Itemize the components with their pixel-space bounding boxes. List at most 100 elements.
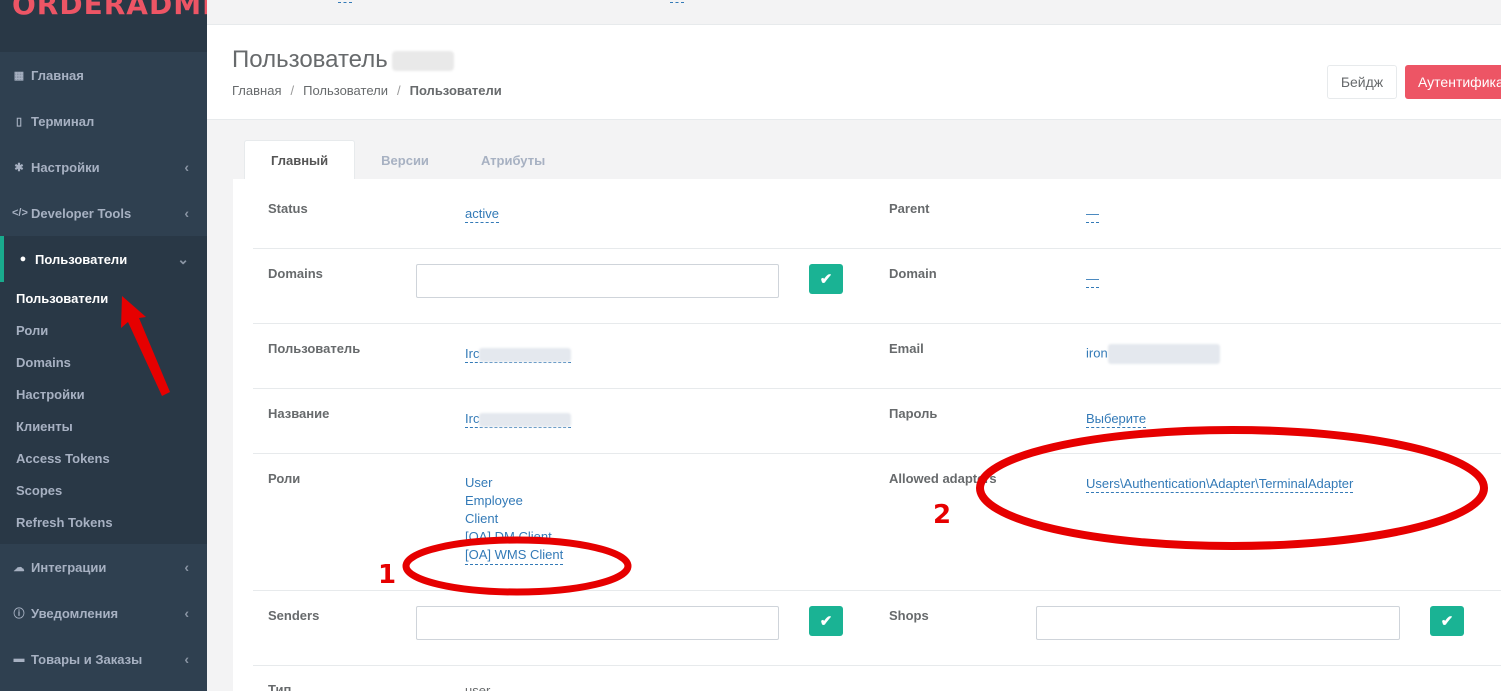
- subnav-item-users[interactable]: Пользователи: [0, 282, 207, 314]
- subnav-item-domains[interactable]: Domains: [0, 346, 207, 378]
- logo[interactable]: ORDERADMIN: [0, 0, 207, 52]
- page-heading: Пользователь Главная / Пользователи / По…: [207, 25, 1501, 120]
- user-icon: ●: [19, 253, 27, 265]
- users-subnav: Пользователи Роли Domains Настройки Клие…: [0, 282, 207, 544]
- truck-icon: ▬: [13, 653, 25, 665]
- top-bar: [207, 0, 1501, 25]
- senders-input[interactable]: [416, 606, 779, 640]
- chevron-left-icon: ‹: [184, 651, 189, 667]
- shops-save-button[interactable]: ✔: [1430, 606, 1464, 636]
- user-value[interactable]: Irc: [465, 346, 572, 363]
- chevron-left-icon: ‹: [184, 205, 189, 221]
- topbar-link[interactable]: [338, 0, 352, 3]
- sidebar-item-label: Настройки: [31, 159, 100, 175]
- row-domains: Domains ✔ Domain —: [253, 249, 1501, 324]
- shops-input[interactable]: [1036, 606, 1400, 640]
- row-status: Status active Parent —: [253, 179, 1501, 249]
- shops-label: Shops: [889, 608, 929, 623]
- chevron-left-icon: ‹: [184, 559, 189, 575]
- sidebar-item-label: Developer Tools: [31, 205, 132, 221]
- password-value[interactable]: Выберите: [1086, 411, 1147, 428]
- sidebar-item-home[interactable]: ▦ Главная: [0, 52, 207, 98]
- subnav-item-roles[interactable]: Роли: [0, 314, 207, 346]
- sidebar-item-notifications[interactable]: ⓘ Уведомления ‹: [0, 590, 207, 636]
- subnav-item-clients[interactable]: Клиенты: [0, 410, 207, 442]
- user-details-panel: Status active Parent — Domains ✔ Domain …: [233, 179, 1501, 691]
- breadcrumb-home[interactable]: Главная: [232, 83, 281, 98]
- tab-attributes[interactable]: Атрибуты: [455, 140, 571, 180]
- redacted-name: [391, 50, 454, 71]
- allowed-adapters-value[interactable]: Users\Authentication\Adapter\TerminalAda…: [1086, 476, 1354, 493]
- senders-label: Senders: [268, 608, 320, 623]
- cloud-icon: ☁: [13, 561, 25, 574]
- breadcrumb: Главная / Пользователи / Пользователи: [232, 83, 502, 98]
- check-icon: ✔: [819, 271, 833, 288]
- status-label: Status: [268, 201, 308, 216]
- type-label: Тип: [268, 682, 292, 691]
- sidebar-item-terminal[interactable]: ▯ Терминал: [0, 98, 207, 144]
- chevron-down-icon: ⌄: [177, 250, 189, 267]
- name-value[interactable]: Irc: [465, 411, 572, 428]
- check-icon: ✔: [1440, 613, 1454, 630]
- role-item[interactable]: User: [465, 474, 563, 492]
- sidebar-item-settings[interactable]: ✱ Настройки ‹: [0, 144, 207, 190]
- type-value: user: [465, 683, 491, 691]
- page-title: Пользователь: [232, 46, 454, 74]
- sidebar-item-products-orders[interactable]: ▬ Товары и Заказы ‹: [0, 636, 207, 682]
- annotation-marker-2: 2: [933, 500, 952, 530]
- parent-value[interactable]: —: [1086, 206, 1099, 223]
- badge-button[interactable]: Бейдж: [1327, 65, 1397, 99]
- topbar-link[interactable]: [670, 0, 684, 3]
- subnav-item-access-tokens[interactable]: Access Tokens: [0, 442, 207, 474]
- roles-list: User Employee Client [OA] DM Client [OA]…: [465, 474, 564, 565]
- row-senders: Senders ✔ Shops ✔: [253, 591, 1501, 666]
- roles-label: Роли: [268, 471, 301, 486]
- breadcrumb-users[interactable]: Пользователи: [303, 83, 388, 98]
- domain-label: Domain: [889, 266, 937, 281]
- role-item[interactable]: Employee: [465, 492, 563, 510]
- gear-icon: ✱: [14, 161, 24, 174]
- row-type: Тип user: [253, 666, 1501, 691]
- sidebar-item-developer-tools[interactable]: </> Developer Tools ‹: [0, 190, 207, 236]
- sidebar-item-label: Главная: [31, 67, 84, 83]
- email-label: Email: [889, 341, 924, 356]
- code-icon: </>: [12, 207, 28, 219]
- subnav-item-settings[interactable]: Настройки: [0, 378, 207, 410]
- allowed-adapters-label: Allowed adapters: [889, 471, 997, 486]
- email-value[interactable]: iron: [1086, 344, 1220, 364]
- status-value[interactable]: active: [465, 206, 499, 223]
- sidebar-item-integrations[interactable]: ☁ Интеграции ‹: [0, 544, 207, 590]
- terminal-icon: ▯: [15, 115, 23, 128]
- domains-save-button[interactable]: ✔: [809, 264, 843, 294]
- subnav-item-scopes[interactable]: Scopes: [0, 474, 207, 506]
- name-label: Название: [268, 406, 330, 421]
- check-icon: ✔: [819, 613, 833, 630]
- info-icon: ⓘ: [13, 608, 25, 620]
- row-roles: Роли User Employee Client [OA] DM Client…: [253, 454, 1501, 591]
- breadcrumb-current: Пользователи: [409, 83, 502, 98]
- tabs: Главный Версии Атрибуты: [244, 140, 571, 180]
- sidebar-item-users[interactable]: ● Пользователи ⌄: [0, 236, 207, 282]
- sidebar-item-label: Товары и Заказы: [31, 651, 143, 667]
- sidebar-item-label: Уведомления: [31, 605, 119, 621]
- grid-icon: ▦: [13, 69, 25, 82]
- role-item[interactable]: [OA] DM Client: [465, 528, 563, 546]
- domains-input[interactable]: [416, 264, 779, 298]
- role-item[interactable]: Client: [465, 510, 563, 528]
- chevron-left-icon: ‹: [184, 605, 189, 621]
- row-name: Название Irc Пароль Выберите: [253, 389, 1501, 454]
- domain-value[interactable]: —: [1086, 271, 1099, 288]
- password-label: Пароль: [889, 406, 938, 421]
- tab-main[interactable]: Главный: [244, 140, 356, 180]
- authenticate-button[interactable]: Аутентифика: [1405, 65, 1501, 99]
- domains-label: Domains: [268, 266, 323, 281]
- row-user: Пользователь Irc Email iron: [253, 324, 1501, 389]
- senders-save-button[interactable]: ✔: [809, 606, 843, 636]
- chevron-left-icon: ‹: [184, 159, 189, 175]
- annotation-marker-1: 1: [378, 560, 397, 590]
- subnav-item-refresh-tokens[interactable]: Refresh Tokens: [0, 506, 207, 538]
- user-label: Пользователь: [268, 341, 361, 356]
- role-item[interactable]: [OA] WMS Client: [465, 546, 564, 565]
- sidebar: ORDERADMIN ▦ Главная ▯ Терминал ✱ Настро…: [0, 0, 207, 691]
- tab-versions[interactable]: Версии: [355, 140, 455, 180]
